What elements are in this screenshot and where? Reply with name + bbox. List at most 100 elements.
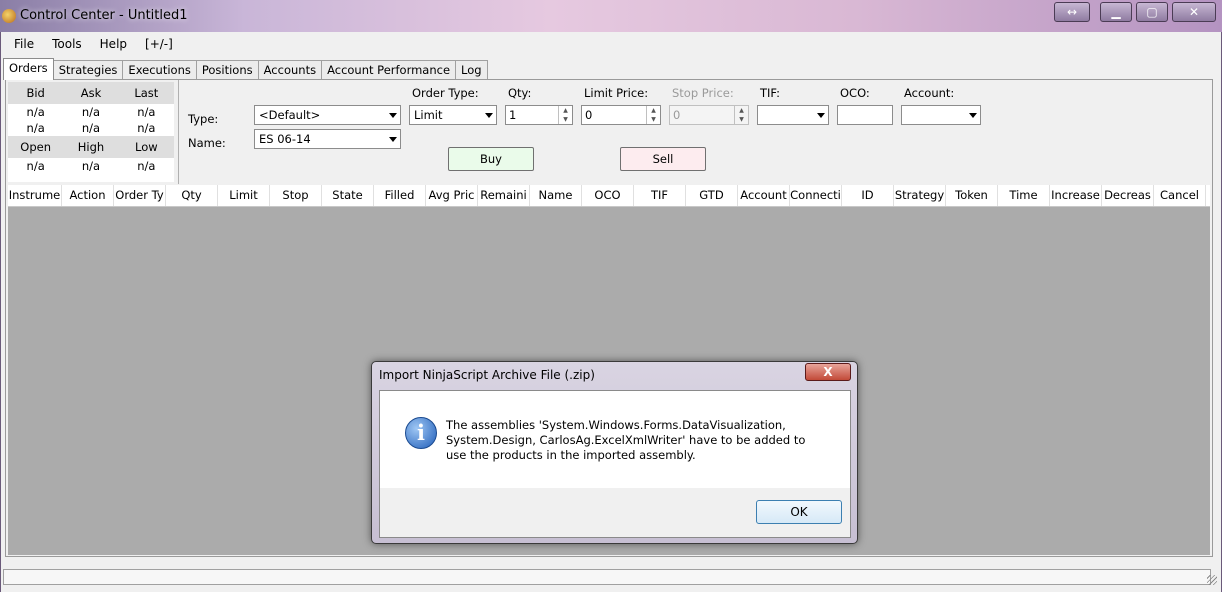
dialog-message: The assemblies 'System.Windows.Forms.Dat… <box>446 418 806 462</box>
column-header[interactable]: Connecti <box>790 185 842 206</box>
dialog-footer: OK <box>380 488 850 537</box>
tab-orders[interactable]: Orders <box>3 58 54 80</box>
column-header[interactable]: Cancel <box>1154 185 1206 206</box>
quote-row: n/a n/a n/a <box>8 104 174 120</box>
spin-down-icon[interactable]: ▼ <box>647 115 660 124</box>
column-header[interactable]: Token <box>946 185 998 206</box>
column-header[interactable]: Time <box>998 185 1050 206</box>
name-value: ES 06-14 <box>259 132 311 146</box>
stop-price-label: Stop Price: <box>672 86 734 100</box>
resize-grip-icon[interactable] <box>1207 575 1217 585</box>
maximize-button[interactable]: ▢ <box>1136 2 1168 22</box>
column-header[interactable]: Account <box>738 185 790 206</box>
name-dropdown[interactable]: ES 06-14 <box>254 129 401 149</box>
tab-positions[interactable]: Positions <box>195 60 259 80</box>
order-type-dropdown[interactable]: Limit <box>409 105 497 125</box>
menu-file[interactable]: File <box>5 37 43 51</box>
quote-value: n/a <box>137 159 156 173</box>
type-dropdown[interactable]: <Default> <box>254 105 401 125</box>
column-header[interactable]: Strategy <box>894 185 946 206</box>
spin-up-icon[interactable]: ▲ <box>647 106 660 115</box>
tab-accounts[interactable]: Accounts <box>257 60 323 80</box>
quote-value: n/a <box>26 121 45 135</box>
close-button[interactable]: ✕ <box>1172 2 1216 22</box>
menu-bar: File Tools Help [+/-] <box>1 32 1221 56</box>
column-header[interactable]: Filled <box>374 185 426 206</box>
buy-button[interactable]: Buy <box>448 147 534 171</box>
tab-executions[interactable]: Executions <box>122 60 197 80</box>
column-header[interactable]: ID <box>842 185 894 206</box>
column-header[interactable]: Remaini <box>478 185 530 206</box>
order-type-label: Order Type: <box>412 86 479 100</box>
stop-spin-buttons[interactable]: ▲ ▼ <box>734 106 748 124</box>
title-bar: Control Center - Untitled1 ↔ ▁ ▢ ✕ <box>0 0 1222 32</box>
column-header[interactable]: TIF <box>634 185 686 206</box>
quote-header-last: Last <box>134 86 159 100</box>
column-header[interactable]: State <box>322 185 374 206</box>
column-header[interactable]: Avg Pric <box>426 185 478 206</box>
spin-up-icon[interactable]: ▲ <box>735 106 748 115</box>
sell-button[interactable]: Sell <box>620 147 706 171</box>
quote-row: n/a n/a n/a <box>8 158 174 174</box>
column-header[interactable]: Order Ty <box>114 185 166 206</box>
quote-header: Open High Low <box>8 136 174 158</box>
spin-down-icon[interactable]: ▼ <box>735 115 748 124</box>
tab-log[interactable]: Log <box>455 60 488 80</box>
resize-icon[interactable]: ↔ <box>1054 2 1090 22</box>
oco-input[interactable] <box>837 105 893 125</box>
column-header[interactable]: GTD <box>686 185 738 206</box>
tif-dropdown[interactable] <box>757 105 829 125</box>
quote-value: n/a <box>26 105 45 119</box>
column-header[interactable]: OCO <box>582 185 634 206</box>
dialog-body: i The assemblies 'System.Windows.Forms.D… <box>379 390 851 538</box>
ok-button[interactable]: OK <box>756 500 842 524</box>
limit-price-value: 0 <box>585 108 593 122</box>
qty-value: 1 <box>509 108 517 122</box>
column-header[interactable]: Stop <box>270 185 322 206</box>
spin-up-icon[interactable]: ▲ <box>559 106 572 115</box>
quote-value: n/a <box>81 105 101 119</box>
column-header[interactable]: Name <box>530 185 582 206</box>
column-header[interactable]: Qty <box>166 185 218 206</box>
limit-spin-buttons[interactable]: ▲ ▼ <box>646 106 660 124</box>
menu-tools[interactable]: Tools <box>43 37 91 51</box>
type-label: Type: <box>188 112 219 126</box>
account-label: Account: <box>904 86 955 100</box>
qty-stepper[interactable]: 1 ▲ ▼ <box>505 105 573 125</box>
order-type-value: Limit <box>414 108 443 122</box>
chevron-down-icon <box>817 113 825 118</box>
account-dropdown[interactable] <box>901 105 981 125</box>
column-header[interactable]: Instrume <box>8 185 62 206</box>
app-icon[interactable] <box>2 9 16 23</box>
quote-value: n/a <box>137 121 156 135</box>
tif-label: TIF: <box>760 86 781 100</box>
quote-value: n/a <box>137 105 156 119</box>
limit-price-stepper[interactable]: 0 ▲ ▼ <box>581 105 661 125</box>
quote-value: n/a <box>81 121 101 135</box>
column-header[interactable]: Increase <box>1050 185 1102 206</box>
qty-spin-buttons[interactable]: ▲ ▼ <box>558 106 572 124</box>
spin-down-icon[interactable]: ▼ <box>559 115 572 124</box>
dialog-title: Import NinjaScript Archive File (.zip) <box>379 368 595 382</box>
stop-price-value: 0 <box>673 108 681 122</box>
column-header[interactable]: Decreas <box>1102 185 1154 206</box>
menu-toggle[interactable]: [+/-] <box>136 37 182 51</box>
dialog-close-button[interactable]: X <box>805 363 851 381</box>
quote-header-ask: Ask <box>80 86 102 100</box>
quote-header: Bid Ask Last <box>8 82 174 104</box>
import-dialog: Import NinjaScript Archive File (.zip) X… <box>371 361 858 544</box>
grid-header: Instrume Action Order Ty Qty Limit Stop State F… <box>8 185 1210 207</box>
order-entry: Type: <Default> Name: ES 06-14 Order Typ… <box>178 80 1212 184</box>
info-icon: i <box>405 417 437 449</box>
minimize-button[interactable]: ▁ <box>1100 2 1132 22</box>
tab-account-performance[interactable]: Account Performance <box>321 60 457 80</box>
quote-header-high: High <box>77 140 105 154</box>
quote-header-open: Open <box>20 140 52 154</box>
tab-strategies[interactable]: Strategies <box>52 60 124 80</box>
chevron-down-icon <box>969 113 977 118</box>
stop-price-stepper[interactable]: 0 ▲ ▼ <box>669 105 749 125</box>
menu-help[interactable]: Help <box>91 37 136 51</box>
column-header[interactable]: Action <box>62 185 114 206</box>
column-header[interactable]: Limit <box>218 185 270 206</box>
limit-price-label: Limit Price: <box>584 86 649 100</box>
